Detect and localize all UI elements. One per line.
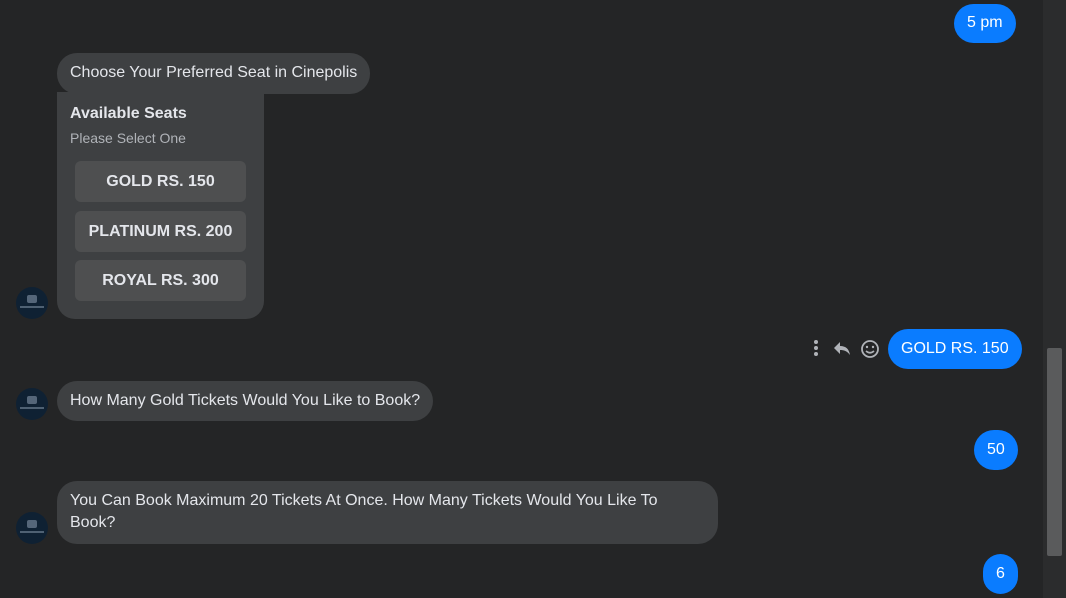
scrollbar[interactable]	[1043, 0, 1066, 598]
message-line: You Can Book Maximum 20 Tickets At Once.…	[70, 492, 658, 509]
seat-option-platinum-button[interactable]: PLATINUM RS. 200	[75, 211, 246, 252]
incoming-message[interactable]: Choose Your Preferred Seat in Cinepolis	[57, 53, 371, 94]
bot-avatar[interactable]	[16, 388, 48, 420]
seat-option-royal-button[interactable]: ROYAL RS. 300	[75, 260, 246, 301]
outgoing-message[interactable]: GOLD RS. 150	[888, 329, 1022, 369]
reply-icon[interactable]	[832, 340, 852, 358]
incoming-message[interactable]: How Many Gold Tickets Would You Like to …	[57, 381, 434, 421]
smiley-icon[interactable]	[860, 339, 880, 359]
bot-avatar[interactable]	[16, 287, 48, 319]
scrollbar-thumb[interactable]	[1047, 348, 1062, 556]
bot-avatar[interactable]	[16, 512, 48, 544]
card-title: Available Seats	[70, 105, 187, 122]
seat-selection-card: Available Seats Please Select One GOLD R…	[57, 92, 264, 319]
incoming-message[interactable]: You Can Book Maximum 20 Tickets At Once.…	[57, 481, 718, 544]
outgoing-message[interactable]: 50	[974, 430, 1018, 470]
more-options-icon[interactable]	[813, 340, 819, 358]
seat-option-gold-button[interactable]: GOLD RS. 150	[75, 161, 246, 202]
outgoing-message[interactable]: 6	[983, 554, 1018, 594]
card-subtitle: Please Select One	[70, 130, 186, 146]
chat-thread: 5 pm Choose Your Preferred Seat in Cinep…	[0, 0, 1043, 598]
message-line: Book?	[70, 514, 116, 531]
outgoing-message[interactable]: 5 pm	[954, 4, 1016, 43]
